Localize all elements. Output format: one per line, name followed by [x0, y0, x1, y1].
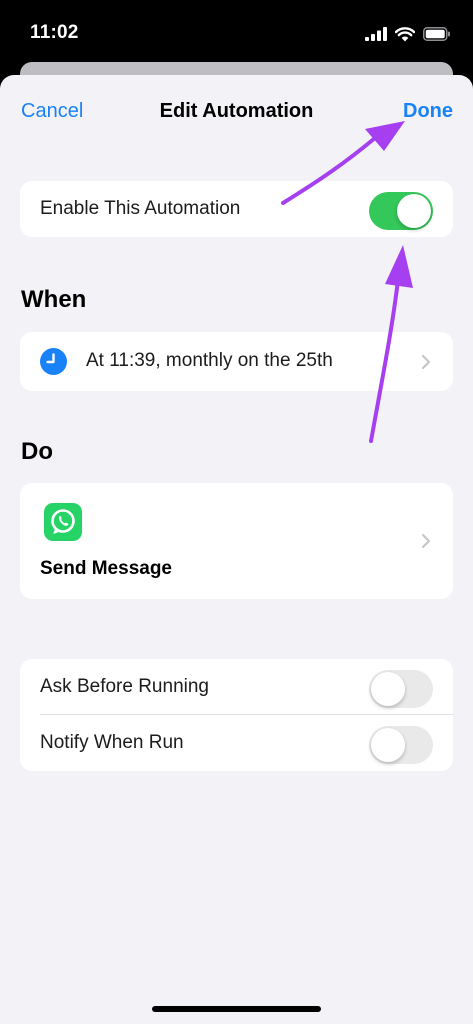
ask-before-running-label: Ask Before Running: [40, 676, 209, 697]
notify-when-run-toggle[interactable]: [369, 726, 433, 764]
when-trigger-label: At 11:39, monthly on the 25th: [86, 350, 333, 371]
when-trigger-row[interactable]: At 11:39, monthly on the 25th: [20, 332, 453, 391]
battery-icon: [423, 27, 450, 41]
options-card: Ask Before Running Notify When Run: [20, 659, 453, 771]
ask-before-running-toggle[interactable]: [369, 670, 433, 708]
do-section-title: Do: [21, 438, 53, 465]
status-time: 11:02: [30, 22, 79, 43]
cellular-signal-icon: [365, 27, 387, 41]
do-action-row[interactable]: Send Message: [20, 483, 453, 599]
status-icons: [365, 24, 451, 44]
chevron-right-icon: [422, 355, 430, 369]
ask-before-running-row: Ask Before Running: [20, 659, 453, 715]
notify-when-run-row: Notify When Run: [20, 715, 453, 771]
enable-card: Enable This Automation: [20, 181, 453, 237]
enable-label: Enable This Automation: [40, 198, 241, 219]
whatsapp-icon: [44, 503, 82, 541]
wifi-icon: [395, 26, 415, 41]
when-section-title: When: [21, 286, 87, 313]
notify-when-run-label: Notify When Run: [40, 732, 184, 753]
chevron-right-icon: [422, 534, 430, 548]
home-indicator: [152, 1006, 321, 1012]
enable-toggle[interactable]: [369, 192, 433, 230]
toggle-knob: [371, 672, 405, 706]
toggle-knob: [371, 728, 405, 762]
do-action-label: Send Message: [40, 558, 172, 579]
edit-automation-sheet: Cancel Edit Automation Done Enable This …: [0, 75, 473, 1024]
done-button[interactable]: Done: [403, 100, 453, 123]
clock-icon: [40, 348, 67, 375]
enable-row: Enable This Automation: [20, 181, 453, 237]
nav-bar: Cancel Edit Automation Done: [0, 75, 473, 147]
status-bar: 11:02: [0, 0, 473, 66]
toggle-knob: [397, 194, 431, 228]
